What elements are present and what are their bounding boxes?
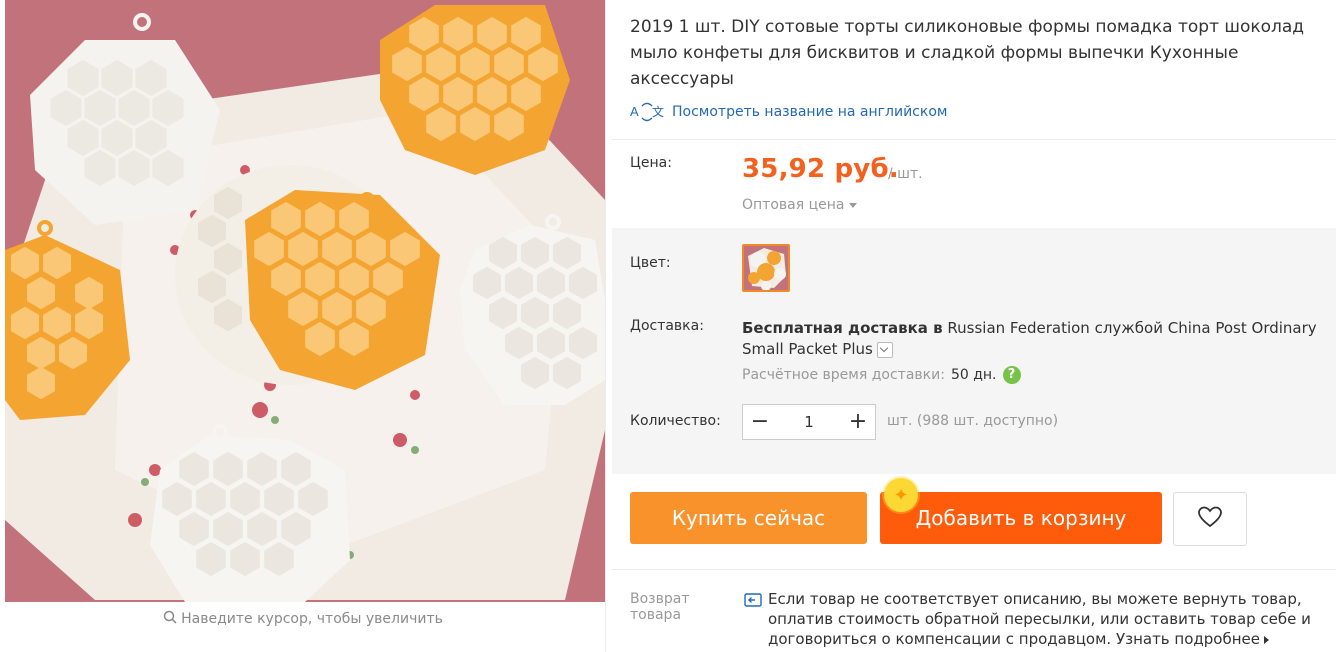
star-badge-icon: ✦ xyxy=(884,478,918,512)
divider xyxy=(612,569,1336,570)
divider xyxy=(605,0,606,652)
heart-icon xyxy=(1197,505,1223,533)
delivery-estimate: Расчётное время доставки: 50 дн. ? xyxy=(742,366,1021,384)
return-icon xyxy=(744,592,762,612)
shipping-method: Бесплатная доставка в Russian Federation… xyxy=(742,318,1332,360)
wholesale-price-toggle[interactable]: Оптовая цена xyxy=(742,197,858,213)
quantity-decrease-button[interactable]: − xyxy=(743,405,777,439)
quantity-increase-button[interactable]: + xyxy=(841,405,875,439)
translate-link-text[interactable]: Посмотреть название на английском xyxy=(672,104,947,120)
caret-down-icon xyxy=(849,202,858,208)
buy-now-button[interactable]: Купить сейчас xyxy=(630,492,867,544)
quantity-input[interactable]: 1 xyxy=(777,413,841,431)
returns-policy: Если товар не соответствует описанию, вы… xyxy=(768,589,1328,649)
caret-right-icon xyxy=(1263,635,1269,644)
translate-icon: A 文 xyxy=(630,102,664,122)
quantity-label: Количество: xyxy=(630,413,721,429)
shipping-label: Доставка: xyxy=(630,318,704,334)
help-icon[interactable]: ? xyxy=(1002,366,1021,384)
add-to-cart-button[interactable]: Добавить в корзину xyxy=(880,492,1162,544)
color-swatch-selected[interactable] xyxy=(742,244,790,292)
price-label: Цена: xyxy=(630,155,672,171)
product-gallery: Наведите курсор, чтобы увеличить xyxy=(0,0,606,652)
product-image[interactable] xyxy=(5,0,605,602)
delivery-estimate-label: Расчётное время доставки: xyxy=(742,367,945,383)
learn-more-link[interactable]: Узнать подробнее xyxy=(1116,630,1269,648)
returns-label-line1: Возврат xyxy=(630,591,690,607)
shipping-options-dropdown[interactable] xyxy=(876,341,893,358)
price-unit: / шт. xyxy=(888,166,923,182)
wishlist-button[interactable] xyxy=(1173,492,1247,546)
free-shipping-text: Бесплатная доставка в xyxy=(742,319,943,337)
color-label: Цвет: xyxy=(630,255,671,271)
quantity-stepper: − 1 + xyxy=(742,404,876,440)
wholesale-label: Оптовая цена xyxy=(742,197,845,213)
translate-link[interactable]: A 文 Посмотреть название на английском xyxy=(630,102,947,122)
zoom-hint-text: Наведите курсор, чтобы увеличить xyxy=(181,611,443,627)
returns-label: Возврат товара xyxy=(630,591,690,623)
product-title: 2019 1 шт. DIY сотовые торты силиконовые… xyxy=(630,17,1305,89)
magnifier-icon xyxy=(163,610,177,628)
svg-text:A: A xyxy=(630,104,639,119)
quantity-available: шт. (988 шт. доступно) xyxy=(887,413,1059,429)
learn-more-text[interactable]: Узнать подробнее xyxy=(1116,630,1260,648)
zoom-hint: Наведите курсор, чтобы увеличить xyxy=(0,610,606,628)
returns-label-line2: товара xyxy=(630,607,682,623)
delivery-estimate-days: 50 дн. xyxy=(950,367,997,383)
divider xyxy=(612,139,1336,140)
svg-text:文: 文 xyxy=(652,104,664,119)
price-value: 35,92 руб. xyxy=(742,154,899,184)
